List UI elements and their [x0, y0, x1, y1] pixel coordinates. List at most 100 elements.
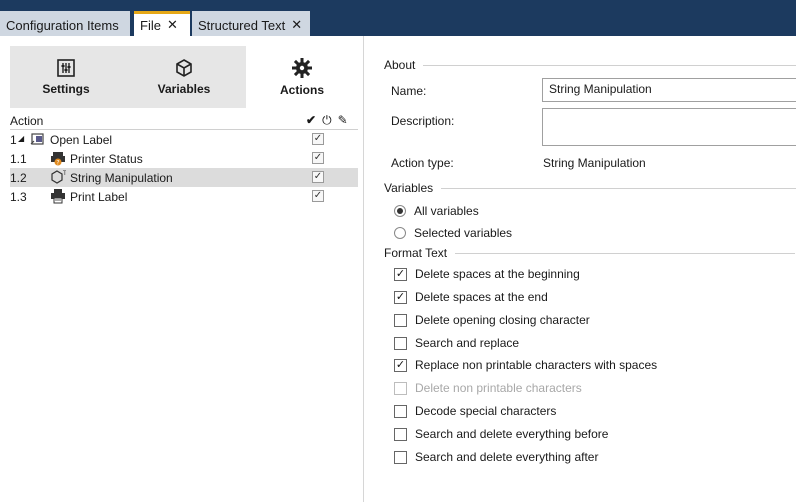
description-field[interactable]	[542, 108, 796, 146]
description-label: Description:	[391, 114, 455, 128]
editor-toolbar: Settings Variables Actions	[10, 46, 358, 108]
name-field[interactable]: String Manipulation	[542, 78, 796, 102]
table-row[interactable]: 1.3 Print Label ✓	[10, 187, 358, 206]
actions-grid: Action ✔ ⏻ ✎ 1 ◢ Open Label ✓ 1.1 ? Prin…	[10, 112, 358, 206]
option-delete-spaces-beginning[interactable]: ✓ Delete spaces at the beginning	[394, 267, 580, 281]
radio-label: All variables	[414, 204, 479, 218]
close-icon[interactable]: ✕	[167, 17, 178, 33]
option-label: Delete spaces at the end	[415, 290, 548, 304]
actions-label: Actions	[279, 83, 324, 97]
table-row[interactable]: 1.2 T String Manipulation ✓	[10, 168, 358, 187]
grid-header: Action ✔ ⏻ ✎	[10, 112, 358, 130]
divider	[423, 64, 796, 66]
option-search-replace[interactable]: Search and replace	[394, 336, 519, 350]
option-label: Search and replace	[415, 336, 520, 350]
printer-icon	[51, 189, 65, 204]
row-label: Open Label	[50, 133, 113, 147]
table-row[interactable]: 1 ◢ Open Label ✓	[10, 130, 358, 149]
variables-section-title: Variables	[384, 181, 796, 195]
checkbox: ✓	[394, 358, 407, 372]
row-label: Print Label	[70, 190, 128, 204]
option-delete-before[interactable]: Search and delete everything before	[394, 427, 608, 441]
enabled-checkbox[interactable]: ✓	[312, 171, 324, 183]
row-number: 1.3	[10, 190, 27, 204]
tab-structured-text[interactable]: Structured Text ✕	[192, 11, 310, 36]
about-section-title: About	[384, 58, 796, 72]
settings-label: Settings	[42, 82, 90, 96]
settings-button[interactable]: Settings	[10, 46, 122, 108]
close-icon[interactable]: ✕	[291, 17, 302, 33]
checkbox: ✓	[394, 267, 407, 281]
selected-variables-radio[interactable]: Selected variables	[394, 226, 512, 240]
tab-label: Configuration Items	[6, 17, 119, 33]
checkbox	[394, 404, 407, 418]
tab-label: Structured Text	[198, 17, 286, 33]
name-label: Name:	[391, 84, 427, 98]
column-header-icons: ✔ ⏻ ✎	[306, 113, 348, 128]
radio-indicator	[394, 227, 406, 239]
option-label: Delete non printable characters	[415, 381, 582, 395]
option-label: Replace non printable characters with sp…	[415, 358, 658, 372]
actions-button[interactable]: Actions	[246, 46, 358, 108]
radio-indicator	[394, 205, 406, 217]
row-label: String Manipulation	[70, 171, 173, 185]
expand-icon[interactable]: ◢	[18, 134, 24, 143]
tab-label: File	[140, 17, 161, 33]
open-label-icon	[30, 133, 44, 145]
checkbox	[394, 427, 407, 441]
all-variables-radio[interactable]: All variables	[394, 204, 479, 218]
option-label: Delete opening closing character	[415, 313, 590, 327]
row-label: Printer Status	[70, 152, 143, 166]
format-text-section-title: Format Text	[384, 246, 796, 260]
checkbox	[394, 336, 407, 350]
option-decode-special[interactable]: Decode special characters	[394, 404, 556, 418]
action-type-label: Action type:	[391, 156, 454, 170]
option-delete-spaces-end[interactable]: ✓ Delete spaces at the end	[394, 290, 548, 304]
action-type-value: String Manipulation	[543, 156, 646, 170]
gear-icon	[292, 58, 312, 78]
radio-label: Selected variables	[414, 226, 513, 240]
left-panel: Settings Variables Actions Action ✔ ⏻ ✎ …	[0, 36, 364, 502]
cube-icon	[176, 59, 192, 77]
pencil-icon: ✎	[337, 113, 348, 127]
enabled-checkbox[interactable]: ✓	[312, 190, 324, 202]
section-title-text: Format Text	[384, 246, 448, 260]
tab-configuration-items[interactable]: Configuration Items	[0, 11, 130, 36]
variables-button[interactable]: Variables	[128, 46, 240, 108]
printer-status-icon: ?	[51, 152, 65, 166]
power-icon: ⏻	[322, 113, 332, 127]
checkbox	[394, 313, 407, 327]
option-label: Search and delete everything before	[415, 427, 609, 441]
tab-file[interactable]: File ✕	[134, 11, 190, 36]
section-title-text: About	[384, 58, 416, 72]
string-manipulation-icon: T	[51, 170, 66, 184]
column-header-action: Action	[10, 114, 44, 128]
option-delete-non-printable: Delete non printable characters	[394, 381, 582, 395]
row-number: 1	[10, 133, 17, 147]
option-label: Search and delete everything after	[415, 450, 599, 464]
properties-panel: About Name: String Manipulation Descript…	[364, 36, 796, 502]
option-label: Delete spaces at the beginning	[415, 267, 580, 281]
enabled-checkbox[interactable]: ✓	[312, 133, 324, 145]
option-delete-after[interactable]: Search and delete everything after	[394, 450, 598, 464]
section-title-text: Variables	[384, 181, 434, 195]
checkbox	[394, 381, 407, 395]
svg-text:?: ?	[56, 159, 59, 166]
row-number: 1.1	[10, 152, 27, 166]
settings-icon	[57, 59, 75, 77]
enabled-check-icon: ✔	[306, 113, 317, 127]
svg-text:T: T	[62, 170, 66, 177]
actions-editor: Settings Variables Actions Action ✔ ⏻ ✎ …	[10, 46, 358, 502]
divider	[441, 187, 796, 189]
option-label: Decode special characters	[415, 404, 557, 418]
variables-label: Variables	[157, 82, 211, 96]
table-row[interactable]: 1.1 ? Printer Status ✓	[10, 149, 358, 168]
option-replace-non-printable[interactable]: ✓ Replace non printable characters with …	[394, 358, 657, 372]
enabled-checkbox[interactable]: ✓	[312, 152, 324, 164]
row-number: 1.2	[10, 171, 27, 185]
option-delete-opening-closing[interactable]: Delete opening closing character	[394, 313, 590, 327]
document-tab-bar: Configuration Items File ✕ Structured Te…	[0, 0, 796, 36]
checkbox	[394, 450, 407, 464]
divider	[455, 252, 796, 254]
checkbox: ✓	[394, 290, 407, 304]
